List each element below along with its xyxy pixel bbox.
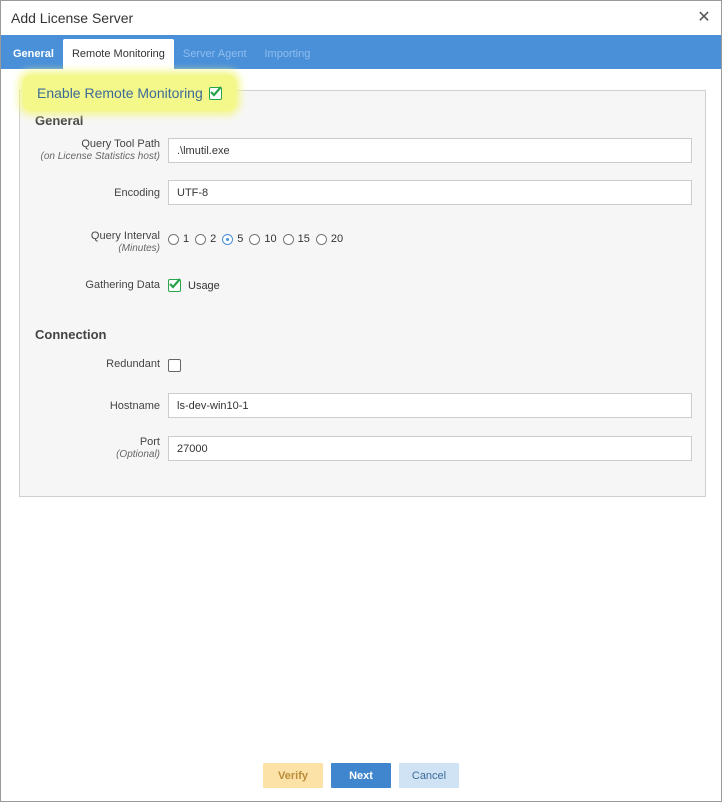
query-tool-path-label: Query Tool Path (on License Statistics h… — [40, 138, 161, 162]
dialog-title: Add License Server — [11, 10, 134, 26]
query-tool-path-input[interactable] — [168, 138, 692, 163]
add-license-server-dialog: Add License Server ✕ General Remote Moni… — [0, 0, 722, 802]
tab-importing: Importing — [264, 48, 311, 60]
enable-remote-monitoring-checkbox[interactable] — [208, 85, 222, 100]
interval-option-15[interactable]: 15 — [282, 233, 310, 245]
gathering-data-label: Gathering Data — [85, 279, 160, 291]
interval-option-1[interactable]: 1 — [168, 233, 189, 245]
enable-remote-monitoring-legend[interactable]: Enable Remote Monitoring — [23, 75, 236, 111]
hostname-input[interactable] — [168, 393, 692, 418]
query-interval-label: Query Interval (Minutes) — [90, 230, 160, 254]
query-interval-radio-group: 1 2 5 10 15 20 — [168, 233, 349, 245]
redundant-checkbox[interactable] — [168, 359, 181, 372]
tab-general[interactable]: General — [4, 39, 63, 69]
radio-button-selected[interactable] — [222, 233, 234, 245]
port-input[interactable] — [168, 436, 692, 461]
tab-server-agent: Server Agent — [182, 48, 247, 60]
usage-checkbox[interactable] — [168, 278, 181, 292]
usage-label: Usage — [188, 279, 220, 292]
verify-button[interactable]: Verify — [263, 763, 323, 788]
port-label: Port (Optional) — [116, 436, 160, 460]
check-icon — [209, 85, 222, 97]
next-button[interactable]: Next — [331, 763, 391, 788]
check-icon — [169, 278, 181, 289]
radio-button[interactable] — [195, 233, 207, 245]
tab-remote-monitoring[interactable]: Remote Monitoring — [62, 39, 174, 69]
interval-option-10[interactable]: 10 — [249, 233, 277, 245]
title-bar: Add License Server ✕ — [1, 1, 721, 35]
connection-section-title: Connection — [35, 327, 107, 342]
redundant-label: Redundant — [106, 358, 160, 370]
encoding-label: Encoding — [114, 187, 160, 199]
interval-option-20[interactable]: 20 — [315, 233, 343, 245]
interval-option-5[interactable]: 5 — [222, 233, 243, 245]
encoding-input[interactable] — [168, 180, 692, 205]
general-section-title: General — [35, 113, 84, 128]
dialog-footer: Verify Next Cancel — [1, 763, 721, 788]
close-icon[interactable]: ✕ — [695, 9, 713, 27]
hostname-label: Hostname — [109, 400, 160, 412]
radio-button[interactable] — [282, 233, 294, 245]
enable-remote-monitoring-label: Enable Remote Monitoring — [37, 85, 203, 101]
interval-option-2[interactable]: 2 — [195, 233, 216, 245]
tab-bar: General Remote Monitoring Server Agent I… — [1, 35, 721, 69]
usage-checkbox-item[interactable]: Usage — [168, 278, 220, 292]
radio-button[interactable] — [315, 233, 327, 245]
radio-button[interactable] — [168, 233, 179, 245]
radio-button[interactable] — [249, 233, 261, 245]
remote-monitoring-fieldset: General Query Tool Path (on License Stat… — [19, 90, 706, 497]
cancel-button[interactable]: Cancel — [399, 763, 459, 788]
